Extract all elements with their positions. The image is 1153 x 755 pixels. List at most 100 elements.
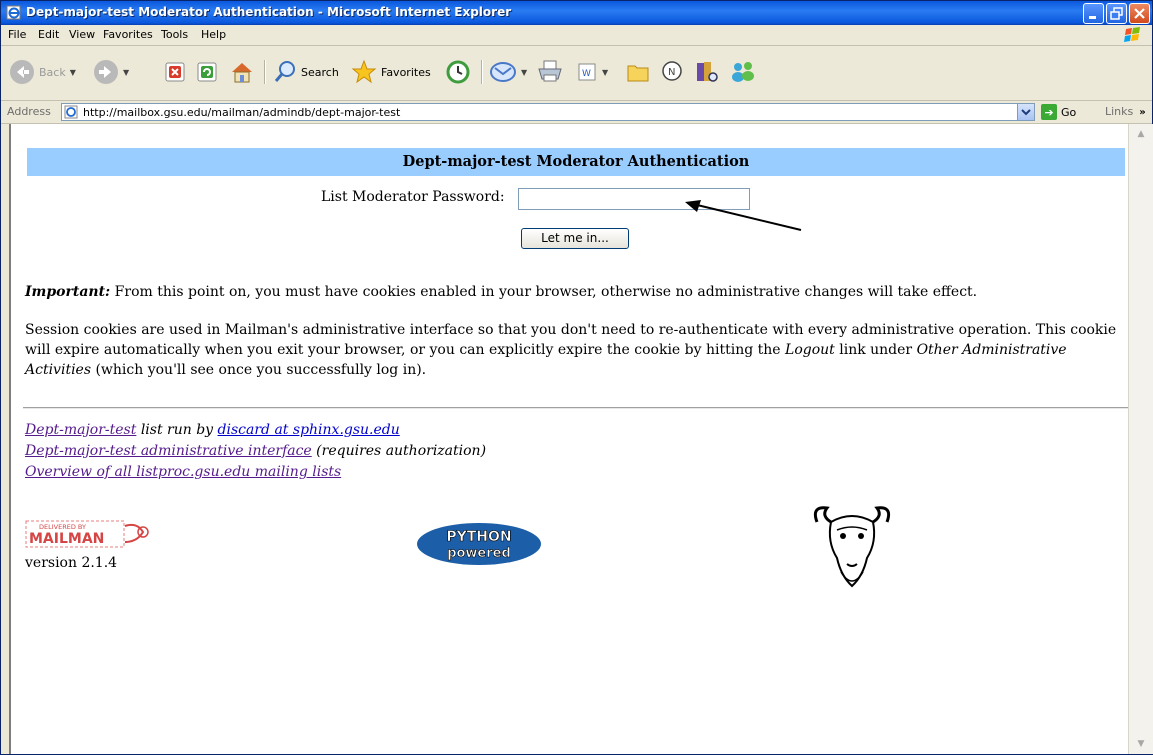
list-info-link[interactable]: Dept-major-test — [25, 422, 136, 438]
print-button[interactable] — [536, 54, 564, 90]
version-text: version 2.1.4 — [25, 555, 118, 571]
home-button[interactable] — [229, 54, 255, 90]
vertical-scrollbar[interactable]: ▲ ▼ — [1128, 124, 1153, 754]
session-text-2: link under — [834, 342, 917, 358]
session-text-3: (which you'll see once you successfully … — [91, 362, 427, 378]
messenger-button[interactable]: N — [659, 54, 685, 90]
people-icon — [732, 62, 754, 82]
minimize-icon — [1089, 16, 1096, 19]
scroll-down-icon[interactable]: ▼ — [1133, 736, 1149, 752]
minimize-button[interactable] — [1083, 3, 1104, 24]
footer-links: Dept-major-test list run by discard at s… — [25, 420, 1129, 483]
gnu-head-logo[interactable] — [807, 502, 897, 592]
session-cookie-note: Session cookies are used in Mailman's ad… — [25, 320, 1129, 380]
footer-line-1: Dept-major-test list run by discard at s… — [25, 420, 1129, 441]
restore-icon — [1110, 7, 1123, 20]
page-content: Dept-major-test Moderator Authentication… — [9, 124, 1129, 754]
toolbar: Back ▼ ▼ Search Favorites ▼ W ▼ N — [1, 46, 1152, 101]
go-button[interactable]: ➔ Go — [1041, 104, 1089, 120]
mail-icon — [490, 62, 516, 82]
folder-icon — [627, 65, 649, 82]
mailman-logo-top: DELIVERED BY — [39, 523, 86, 531]
address-input[interactable]: http://mailbox.gsu.edu/mailman/admindb/d… — [61, 103, 1035, 121]
important-notice: Important: From this point on, you must … — [25, 284, 1129, 300]
chevron-down-icon — [1021, 109, 1031, 116]
mailman-logo[interactable]: DELIVERED BY MAILMAN — [25, 518, 155, 550]
window-title: Dept-major-test Moderator Authentication… — [26, 5, 512, 19]
forward-dropdown-icon[interactable]: ▼ — [123, 68, 129, 77]
mail-dropdown-icon[interactable]: ▼ — [521, 68, 527, 77]
menu-file[interactable]: File — [8, 28, 26, 41]
mail-button[interactable]: ▼ — [489, 54, 527, 90]
research-button[interactable] — [693, 54, 719, 90]
admin-interface-link[interactable]: Dept-major-test administrative interface — [25, 443, 312, 459]
important-text: From this point on, you must have cookie… — [110, 284, 978, 300]
go-label: Go — [1061, 105, 1077, 119]
forward-button[interactable]: ▼ — [93, 54, 129, 90]
toolbar-separator — [481, 60, 483, 84]
mailman-logo-main: MAILMAN — [29, 531, 104, 547]
search-icon — [274, 61, 295, 82]
edit-icon: W — [578, 63, 596, 81]
ie-page-icon — [6, 5, 21, 20]
address-dropdown-button[interactable] — [1017, 104, 1034, 120]
links-chevron-icon: » — [1139, 107, 1146, 118]
print-icon — [538, 60, 562, 82]
address-bar: Address http://mailbox.gsu.edu/mailman/a… — [1, 101, 1152, 124]
forward-arrow-icon — [94, 60, 118, 84]
stop-button[interactable] — [164, 54, 186, 90]
search-button[interactable]: Search — [273, 54, 339, 90]
menu-view[interactable]: View — [69, 28, 95, 41]
back-button[interactable]: Back ▼ — [9, 54, 76, 90]
important-label: Important: — [25, 284, 111, 300]
footer-line-3: Overview of all listproc.gsu.edu mailing… — [25, 462, 1129, 483]
address-label: Address — [7, 105, 51, 118]
refresh-button[interactable] — [196, 54, 218, 90]
go-arrow-icon: ➔ — [1041, 104, 1057, 120]
edit-button[interactable]: W ▼ — [576, 54, 608, 90]
links-label: Links — [1105, 105, 1134, 118]
footer-line-2: Dept-major-test administrative interface… — [25, 441, 1129, 462]
back-dropdown-icon[interactable]: ▼ — [70, 68, 76, 77]
close-icon — [1134, 8, 1145, 19]
annotation-arrow — [685, 200, 802, 231]
login-button[interactable]: Let me in... — [521, 228, 629, 249]
back-label: Back — [39, 65, 66, 79]
menu-tools[interactable]: Tools — [161, 28, 188, 41]
logout-term: Logout — [785, 342, 835, 358]
python-logo-bottom: powered — [447, 546, 511, 561]
messenger-icon: N — [662, 61, 682, 81]
toolbar-separator — [264, 60, 266, 84]
svg-text:N: N — [668, 67, 675, 78]
menu-bar: File Edit View Favorites Tools Help — [1, 25, 1152, 46]
list-owner-link[interactable]: discard at sphinx.gsu.edu — [218, 422, 400, 438]
edit-dropdown-icon[interactable]: ▼ — [602, 68, 608, 77]
browser-window: Dept-major-test Moderator Authentication… — [0, 0, 1153, 755]
python-powered-logo[interactable]: PYTHON powered — [415, 522, 543, 566]
windows-logo-icon — [1124, 27, 1140, 42]
close-button[interactable] — [1129, 3, 1150, 24]
address-url: http://mailbox.gsu.edu/mailman/admindb/d… — [83, 106, 401, 119]
history-icon — [446, 60, 470, 84]
admin-note-text: (requires authorization) — [311, 443, 487, 459]
folder-button[interactable] — [625, 54, 651, 90]
history-button[interactable] — [445, 54, 471, 90]
ie-page-icon — [64, 105, 78, 119]
menu-favorites[interactable]: Favorites — [103, 28, 153, 41]
people-button[interactable] — [728, 54, 758, 90]
overview-link[interactable]: Overview of all listproc.gsu.edu mailing… — [25, 464, 341, 480]
menu-help[interactable]: Help — [201, 28, 226, 41]
links-toolbar[interactable]: Links » — [1105, 105, 1146, 118]
title-bar[interactable]: Dept-major-test Moderator Authentication… — [1, 1, 1152, 25]
search-label: Search — [301, 65, 339, 79]
refresh-icon — [197, 62, 217, 82]
password-label: List Moderator Password: — [321, 189, 505, 205]
menu-edit[interactable]: Edit — [38, 28, 59, 41]
python-logo-top: PYTHON — [446, 529, 511, 545]
favorites-star-icon — [351, 59, 377, 84]
restore-button[interactable] — [1106, 3, 1127, 24]
scroll-up-icon[interactable]: ▲ — [1133, 126, 1149, 142]
svg-text:W: W — [582, 69, 591, 79]
favorites-button[interactable]: Favorites — [351, 54, 431, 90]
run-by-text: list run by — [136, 422, 218, 438]
